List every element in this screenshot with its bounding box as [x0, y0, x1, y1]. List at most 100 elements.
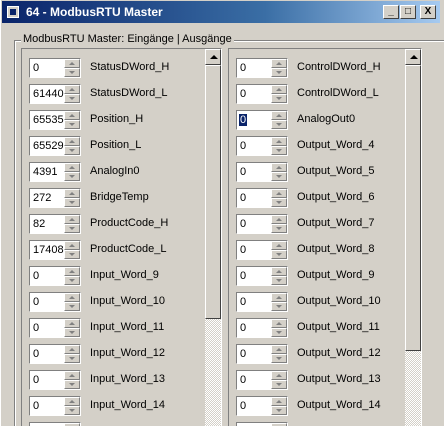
input-value[interactable]: 0 — [33, 400, 39, 412]
inputs-scrollbar[interactable] — [205, 49, 221, 426]
output-value[interactable]: 0 — [240, 192, 246, 204]
output-value[interactable]: 0 — [240, 244, 246, 256]
spin-down-arrow-icon[interactable] — [64, 146, 80, 155]
spin-down-arrow-icon[interactable] — [64, 380, 80, 389]
spin-up-arrow-icon[interactable] — [64, 293, 80, 302]
input-value-spinbox[interactable]: 17408 — [29, 240, 81, 260]
output-value[interactable]: 0 — [240, 140, 246, 152]
spin-up-arrow-icon[interactable] — [271, 189, 287, 198]
input-value-spinbox[interactable]: 0 — [29, 266, 81, 286]
spin-down-arrow-icon[interactable] — [271, 120, 287, 129]
input-value[interactable]: 0 — [33, 62, 39, 74]
output-value-spinbox[interactable]: 0 — [236, 292, 288, 312]
spin-up-arrow-icon[interactable] — [64, 215, 80, 224]
spin-up-arrow-icon[interactable] — [64, 137, 80, 146]
output-value[interactable]: 0 — [240, 348, 246, 360]
spin-down-arrow-icon[interactable] — [271, 302, 287, 311]
spin-down-arrow-icon[interactable] — [271, 68, 287, 77]
output-value-spinbox[interactable]: 0 — [236, 214, 288, 234]
output-value[interactable]: 0 — [240, 400, 246, 412]
scroll-up-arrow-icon[interactable] — [405, 49, 421, 65]
input-value[interactable]: 65529 — [33, 140, 64, 152]
spin-down-arrow-icon[interactable] — [271, 94, 287, 103]
spin-down-arrow-icon[interactable] — [271, 328, 287, 337]
spin-up-arrow-icon[interactable] — [271, 371, 287, 380]
spin-up-arrow-icon[interactable] — [271, 345, 287, 354]
minimize-button[interactable]: _ — [383, 5, 399, 19]
app-window-icon[interactable] — [7, 6, 19, 18]
spin-down-arrow-icon[interactable] — [271, 146, 287, 155]
input-value-spinbox[interactable]: 61440 — [29, 84, 81, 104]
title-bar[interactable]: 64 - ModbusRTU Master _ □ X — [2, 1, 440, 23]
output-value-spinbox[interactable]: 0 — [236, 84, 288, 104]
spin-up-arrow-icon[interactable] — [271, 137, 287, 146]
spin-up-arrow-icon[interactable] — [64, 85, 80, 94]
output-value[interactable]: 0 — [239, 114, 248, 126]
spin-up-arrow-icon[interactable] — [271, 85, 287, 94]
output-value[interactable]: 0 — [240, 166, 246, 178]
input-value-spinbox[interactable]: 0 — [29, 422, 81, 426]
input-value-spinbox[interactable]: 0 — [29, 318, 81, 338]
spin-down-arrow-icon[interactable] — [271, 198, 287, 207]
spin-up-arrow-icon[interactable] — [64, 59, 80, 68]
spin-down-arrow-icon[interactable] — [64, 354, 80, 363]
input-value-spinbox[interactable]: 65529 — [29, 136, 81, 156]
spin-down-arrow-icon[interactable] — [64, 224, 80, 233]
input-value[interactable]: 272 — [33, 192, 51, 204]
output-value[interactable]: 0 — [240, 296, 246, 308]
output-value-spinbox[interactable]: 0 — [236, 136, 288, 156]
input-value-spinbox[interactable]: 65535 — [29, 110, 81, 130]
spin-up-arrow-icon[interactable] — [271, 111, 287, 120]
output-value[interactable]: 0 — [240, 270, 246, 282]
spin-up-arrow-icon[interactable] — [271, 241, 287, 250]
spin-up-arrow-icon[interactable] — [271, 319, 287, 328]
output-value-spinbox[interactable]: 0 — [236, 422, 288, 426]
close-button[interactable]: X — [420, 5, 436, 19]
spin-down-arrow-icon[interactable] — [271, 250, 287, 259]
spin-up-arrow-icon[interactable] — [64, 189, 80, 198]
spin-down-arrow-icon[interactable] — [64, 172, 80, 181]
input-value[interactable]: 65535 — [33, 114, 64, 126]
input-value-spinbox[interactable]: 0 — [29, 370, 81, 390]
spin-up-arrow-icon[interactable] — [64, 163, 80, 172]
spin-down-arrow-icon[interactable] — [271, 224, 287, 233]
output-value-spinbox[interactable]: 0 — [236, 370, 288, 390]
spin-up-arrow-icon[interactable] — [64, 371, 80, 380]
input-value-spinbox[interactable]: 0 — [29, 396, 81, 416]
scroll-up-arrow-icon[interactable] — [205, 49, 221, 65]
input-value[interactable]: 17408 — [33, 244, 64, 256]
spin-down-arrow-icon[interactable] — [64, 406, 80, 415]
input-value[interactable]: 0 — [33, 296, 39, 308]
spin-up-arrow-icon[interactable] — [64, 241, 80, 250]
scrollbar-thumb[interactable] — [205, 65, 221, 319]
spin-up-arrow-icon[interactable] — [271, 215, 287, 224]
spin-down-arrow-icon[interactable] — [64, 276, 80, 285]
output-value-spinbox[interactable]: 0 — [236, 110, 288, 130]
spin-down-arrow-icon[interactable] — [64, 250, 80, 259]
outputs-scrollbar[interactable] — [405, 49, 421, 426]
input-value[interactable]: 0 — [33, 270, 39, 282]
input-value[interactable]: 0 — [33, 348, 39, 360]
input-value-spinbox[interactable]: 0 — [29, 344, 81, 364]
spin-up-arrow-icon[interactable] — [64, 345, 80, 354]
spin-down-arrow-icon[interactable] — [64, 198, 80, 207]
spin-up-arrow-icon[interactable] — [64, 319, 80, 328]
input-value[interactable]: 4391 — [33, 166, 57, 178]
input-value[interactable]: 82 — [33, 218, 45, 230]
output-value-spinbox[interactable]: 0 — [236, 318, 288, 338]
output-value[interactable]: 0 — [240, 374, 246, 386]
output-value-spinbox[interactable]: 0 — [236, 266, 288, 286]
spin-down-arrow-icon[interactable] — [271, 276, 287, 285]
maximize-button[interactable]: □ — [400, 5, 416, 19]
output-value-spinbox[interactable]: 0 — [236, 188, 288, 208]
spin-up-arrow-icon[interactable] — [64, 267, 80, 276]
spin-up-arrow-icon[interactable] — [271, 267, 287, 276]
output-value-spinbox[interactable]: 0 — [236, 162, 288, 182]
scrollbar-thumb[interactable] — [405, 65, 421, 351]
input-value-spinbox[interactable]: 0 — [29, 292, 81, 312]
spin-up-arrow-icon[interactable] — [64, 397, 80, 406]
spin-down-arrow-icon[interactable] — [64, 68, 80, 77]
input-value[interactable]: 61440 — [33, 88, 64, 100]
input-value-spinbox[interactable]: 82 — [29, 214, 81, 234]
input-value-spinbox[interactable]: 4391 — [29, 162, 81, 182]
